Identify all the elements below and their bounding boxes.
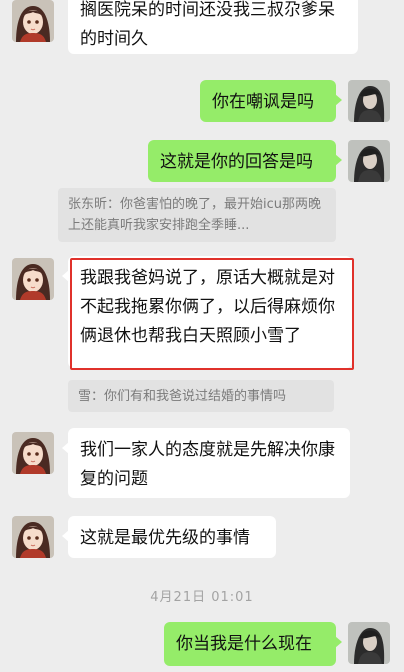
contact-avatar[interactable]	[12, 258, 54, 300]
message-bubble-outgoing[interactable]: 你当我是什么现在	[164, 622, 342, 666]
self-avatar[interactable]	[348, 622, 390, 664]
contact-avatar[interactable]	[12, 432, 54, 474]
message-bubble-outgoing[interactable]: 你在嘲讽是吗	[200, 80, 342, 122]
message-bubble-incoming[interactable]: 我们一家人的态度就是先解决你康复的问题	[62, 428, 350, 498]
quoted-message[interactable]: 雪：你们有和我爸说过结婚的事情吗	[68, 380, 334, 412]
chat-conversation: 搁医院呆的时间还没我三叔尕爹呆的时间久 你在嘲讽是吗 这就是你的回答是吗 张东昕…	[0, 0, 404, 672]
self-avatar[interactable]	[348, 140, 390, 182]
quoted-text: 张东昕：你爸害怕的晚了，最开始icu那两晚上还能真听我家安排跑全季睡...	[68, 197, 321, 233]
message-text: 我们一家人的态度就是先解决你康复的问题	[80, 440, 335, 489]
timestamp: 4月21日 01:01	[150, 590, 254, 605]
self-avatar[interactable]	[348, 80, 390, 122]
message-text: 这就是最优先级的事情	[80, 528, 250, 548]
message-bubble-outgoing[interactable]: 这就是你的回答是吗	[148, 140, 342, 182]
message-text: 你当我是什么现在	[176, 634, 312, 654]
message-bubble-incoming[interactable]: 这就是最优先级的事情	[62, 516, 276, 558]
message-text: 你在嘲讽是吗	[212, 92, 314, 112]
message-text: 搁医院呆的时间还没我三叔尕爹呆的时间久	[80, 0, 335, 49]
quoted-text: 雪：你们有和我爸说过结婚的事情吗	[78, 389, 287, 404]
contact-avatar[interactable]	[12, 516, 54, 558]
contact-avatar[interactable]	[12, 0, 54, 42]
message-bubble-incoming[interactable]: 搁医院呆的时间还没我三叔尕爹呆的时间久	[68, 0, 358, 54]
quoted-message[interactable]: 张东昕：你爸害怕的晚了，最开始icu那两晚上还能真听我家安排跑全季睡...	[58, 188, 336, 242]
message-text: 这就是你的回答是吗	[160, 152, 313, 172]
red-highlight-box	[70, 258, 354, 370]
